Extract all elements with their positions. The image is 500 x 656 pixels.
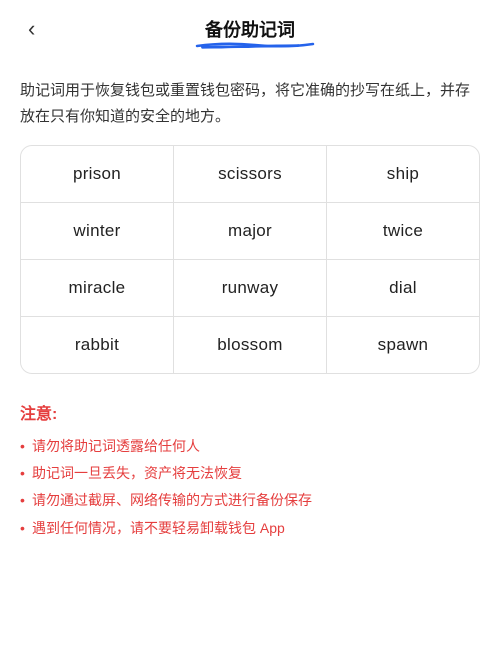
notes-item-1: 请勿将助记词透露给任何人 <box>20 434 480 459</box>
mnemonic-word-10: rabbit <box>21 317 173 373</box>
notes-title: 注意: <box>20 400 480 424</box>
mnemonic-word-11: blossom <box>174 317 326 373</box>
notes-list: 请勿将助记词透露给任何人助记词一旦丢失，资产将无法恢复请勿通过截屏、网络传输的方… <box>20 434 480 541</box>
notes-section: 注意: 请勿将助记词透露给任何人助记词一旦丢失，资产将无法恢复请勿通过截屏、网络… <box>0 390 500 563</box>
mnemonic-word-6: twice <box>327 203 479 259</box>
mnemonic-word-1: prison <box>21 146 173 202</box>
mnemonic-word-8: runway <box>174 260 326 316</box>
back-button[interactable]: ‹ <box>20 12 43 46</box>
mnemonic-word-4: winter <box>21 203 173 259</box>
mnemonic-word-2: scissors <box>174 146 326 202</box>
mnemonic-word-3: ship <box>327 146 479 202</box>
mnemonic-word-9: dial <box>327 260 479 316</box>
mnemonic-word-7: miracle <box>21 260 173 316</box>
description-text: 助记词用于恢复钱包或重置钱包密码，将它准确的抄写在纸上，并存放在只有你知道的安全… <box>0 58 500 145</box>
mnemonic-word-5: major <box>174 203 326 259</box>
header: ‹ 备份助记词 <box>0 0 500 58</box>
notes-item-2: 助记词一旦丢失，资产将无法恢复 <box>20 461 480 486</box>
mnemonic-grid-container: prisonscissorsship wintermajortwice miracl… <box>20 145 480 374</box>
page-title: 备份助记词 <box>205 16 295 42</box>
notes-item-3: 请勿通过截屏、网络传输的方式进行备份保存 <box>20 488 480 513</box>
mnemonic-word-12: spawn <box>327 317 479 373</box>
mnemonic-grid: prisonscissorsship wintermajortwice miracl… <box>21 146 479 373</box>
notes-item-4: 遇到任何情况，请不要轻易卸载钱包 App <box>20 516 480 541</box>
